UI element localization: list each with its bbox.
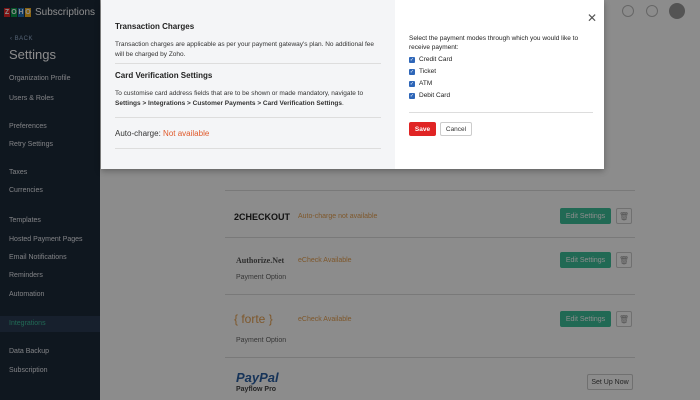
transaction-charges-title: Transaction Charges — [115, 22, 195, 31]
payment-modes-intro: Select the payment modes through which y… — [409, 35, 579, 51]
modal-form-panel: ✕ Select the payment modes through which… — [395, 0, 604, 169]
payment-modes-modal: Transaction Charges Transaction charges … — [101, 0, 604, 169]
divider — [115, 148, 381, 149]
save-button[interactable]: Save — [409, 122, 436, 136]
modal-info-panel: Transaction Charges Transaction charges … — [101, 0, 395, 169]
autocharge-value: Not available — [163, 129, 210, 138]
autocharge-status: Auto-charge: Not available — [115, 129, 209, 138]
payment-mode-label: Credit Card — [419, 56, 453, 63]
autocharge-label: Auto-charge: — [115, 129, 161, 138]
checkbox-checked-icon[interactable]: ✓ — [409, 80, 415, 87]
card-text-suffix: . — [342, 100, 344, 107]
checkbox-checked-icon[interactable]: ✓ — [409, 56, 415, 63]
checkbox-checked-icon[interactable]: ✓ — [409, 68, 415, 75]
payment-mode-atm[interactable]: ✓ ATM — [409, 80, 432, 87]
cancel-button[interactable]: Cancel — [440, 122, 472, 136]
card-verification-title: Card Verification Settings — [115, 71, 213, 80]
close-icon[interactable]: ✕ — [587, 11, 597, 25]
card-verification-text: To customise card address fields that ar… — [115, 89, 383, 109]
payment-mode-label: Ticket — [419, 68, 437, 75]
divider — [115, 117, 381, 118]
payment-mode-debit-card[interactable]: ✓ Debit Card — [409, 92, 450, 99]
payment-mode-ticket[interactable]: ✓ Ticket — [409, 68, 436, 75]
payment-mode-label: ATM — [419, 80, 433, 87]
card-verification-path: Settings > Integrations > Customer Payme… — [115, 100, 343, 107]
checkbox-checked-icon[interactable]: ✓ — [409, 92, 415, 99]
payment-mode-label: Debit Card — [419, 92, 451, 99]
divider — [115, 63, 381, 64]
card-text-prefix: To customise card address fields that ar… — [115, 90, 364, 97]
transaction-charges-text: Transaction charges are applicable as pe… — [115, 41, 374, 58]
payment-mode-credit-card[interactable]: ✓ Credit Card — [409, 56, 452, 63]
divider — [409, 112, 593, 113]
